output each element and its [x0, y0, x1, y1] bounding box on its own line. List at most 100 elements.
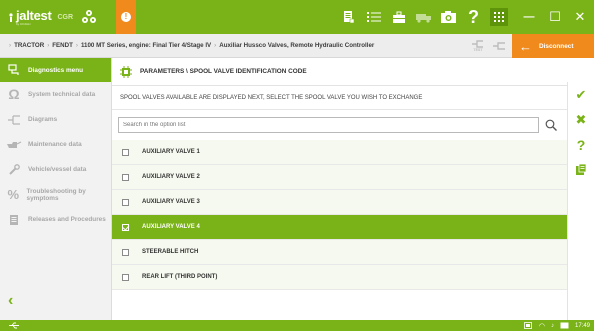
minimize-icon: —: [523, 11, 535, 23]
checkbox[interactable]: [122, 248, 129, 256]
option-label: AUXILIARY VALVE 1: [142, 149, 200, 155]
help-button[interactable]: ?: [568, 132, 594, 157]
usb-icon: [9, 322, 19, 329]
document-icon: [6, 213, 22, 227]
sidebar-item-diagrams[interactable]: Diagrams: [0, 107, 111, 132]
report-button[interactable]: [336, 0, 361, 34]
apps-button[interactable]: [486, 0, 511, 34]
option-label: AUXILIARY VALVE 4: [142, 224, 200, 230]
sidebar-item-label: System technical data: [28, 91, 96, 98]
search-row: [112, 110, 567, 140]
test-label: TEST: [473, 48, 483, 52]
back-button[interactable]: ‹: [8, 292, 13, 310]
breadcrumb: › TRACTOR › FENDT › 1100 MT Series, engi…: [0, 42, 374, 49]
option-label: AUXILIARY VALVE 3: [142, 199, 200, 205]
option-auxiliary-valve-1[interactable]: AUXILIARY VALVE 1: [112, 140, 567, 165]
help-icon: ?: [576, 136, 586, 153]
sidebar-item-diagnostics-menu[interactable]: Diagnostics menu: [0, 58, 111, 82]
sidebar-item-system-technical-data[interactable]: Ω System technical data: [0, 82, 111, 107]
network-icon[interactable]: [81, 9, 97, 25]
main-panel: PARAMETERS \ SPOOL VALVE IDENTIFICATION …: [112, 58, 567, 320]
option-label: REAR LIFT (THIRD POINT): [142, 274, 218, 280]
clock: 17:49: [574, 322, 590, 329]
export-button[interactable]: [568, 157, 594, 182]
search-input[interactable]: [118, 117, 539, 133]
chip-icon: [120, 65, 132, 78]
option-auxiliary-valve-3[interactable]: AUXILIARY VALVE 3: [112, 190, 567, 215]
sidebar-item-maintenance-data[interactable]: Maintenance data: [0, 132, 111, 157]
sidebar-item-label: Maintenance data: [28, 141, 82, 148]
app-logo: jaltest by COJALI CGR: [0, 0, 116, 34]
breadcrumb-item-system[interactable]: Auxiliar Hussco Valves, Remote Hydraulic…: [219, 42, 374, 49]
checkbox[interactable]: [122, 148, 129, 156]
option-auxiliary-valve-2[interactable]: AUXILIARY VALVE 2: [112, 165, 567, 190]
checkbox[interactable]: [122, 198, 129, 206]
truck-icon: [415, 13, 431, 23]
maximize-button[interactable]: ☐: [544, 0, 566, 34]
sidebar-item-vehicle-vessel-data[interactable]: Vehicle/vessel data: [0, 157, 111, 182]
maximize-icon: ☐: [549, 9, 561, 24]
jaltest-logo-icon: [9, 12, 13, 22]
close-button[interactable]: ✕: [569, 0, 591, 34]
keyboard-icon: [560, 322, 569, 329]
battery-icon: [523, 322, 532, 329]
diagram-icon: [6, 113, 22, 127]
breadcrumb-separator: ›: [214, 42, 217, 49]
connection-status: TEST: [468, 34, 510, 58]
search-button[interactable]: [541, 117, 561, 133]
disconnect-button[interactable]: ← Disconnect: [512, 34, 594, 58]
checkbox[interactable]: [122, 273, 129, 281]
product-name: CGR: [57, 13, 74, 21]
grid-icon: [489, 8, 508, 26]
export-document-icon: [576, 163, 587, 175]
test-connector-button[interactable]: TEST: [468, 34, 488, 58]
sidebar: Diagnostics menu Ω System technical data…: [0, 58, 112, 320]
option-label: AUXILIARY VALVE 2: [142, 174, 200, 180]
vci-connector-button[interactable]: [488, 34, 510, 58]
truck-button[interactable]: [411, 0, 436, 34]
wrench-icon: [6, 163, 22, 177]
disconnect-label: Disconnect: [539, 42, 574, 50]
breadcrumb-separator: ›: [9, 42, 12, 49]
report-icon: [343, 11, 354, 24]
option-list: AUXILIARY VALVE 1 AUXILIARY VALVE 2 AUXI…: [112, 140, 567, 290]
option-label: STEERABLE HITCH: [142, 249, 199, 255]
checkbox-checked[interactable]: [122, 223, 129, 231]
camera-icon: [441, 11, 456, 23]
vci-connector-icon: [492, 42, 505, 50]
percent-icon: %: [7, 187, 20, 202]
help-icon: ?: [468, 6, 479, 27]
alert-icon: !: [121, 12, 131, 22]
list-button[interactable]: [361, 0, 386, 34]
accept-button[interactable]: ✔: [568, 82, 594, 107]
checkbox[interactable]: [122, 173, 129, 181]
sidebar-item-troubleshooting[interactable]: % Troubleshooting by symptoms: [0, 182, 111, 207]
cancel-button[interactable]: ✖: [568, 107, 594, 132]
breadcrumb-item-brand[interactable]: FENDT: [52, 42, 73, 49]
status-bar: ◠ ♪ 17:49: [0, 320, 594, 331]
breadcrumb-separator: ›: [75, 42, 78, 49]
breadcrumb-separator: ›: [47, 42, 50, 49]
list-icon: [366, 12, 381, 22]
breadcrumb-item-model[interactable]: 1100 MT Series, engine: Final Tier 4/Sta…: [81, 42, 211, 49]
search-icon: [545, 119, 557, 131]
close-icon: ✖: [575, 111, 587, 127]
sidebar-item-label: Troubleshooting by symptoms: [26, 187, 86, 202]
alert-button[interactable]: !: [116, 0, 136, 34]
minimize-button[interactable]: —: [518, 0, 540, 34]
toolbar: ?: [336, 0, 511, 34]
help-button[interactable]: ?: [461, 0, 486, 34]
arrow-left-icon: ←: [519, 38, 532, 54]
camera-button[interactable]: [436, 0, 461, 34]
option-steerable-hitch[interactable]: STEERABLE HITCH: [112, 240, 567, 265]
sidebar-item-label: Diagrams: [28, 116, 58, 123]
toolbox-button[interactable]: [386, 0, 411, 34]
option-rear-lift[interactable]: REAR LIFT (THIRD POINT): [112, 265, 567, 290]
instruction-text: SPOOL VALVES AVAILABLE ARE DISPLAYED NEX…: [112, 86, 567, 110]
volume-icon: ♪: [550, 322, 554, 329]
close-icon: ✕: [574, 9, 586, 24]
option-auxiliary-valve-4[interactable]: AUXILIARY VALVE 4: [112, 215, 567, 240]
breadcrumb-item-type[interactable]: TRACTOR: [14, 42, 44, 49]
sidebar-item-label: Releases and Procedures: [28, 216, 106, 223]
sidebar-item-releases-procedures[interactable]: Releases and Procedures: [0, 207, 111, 232]
